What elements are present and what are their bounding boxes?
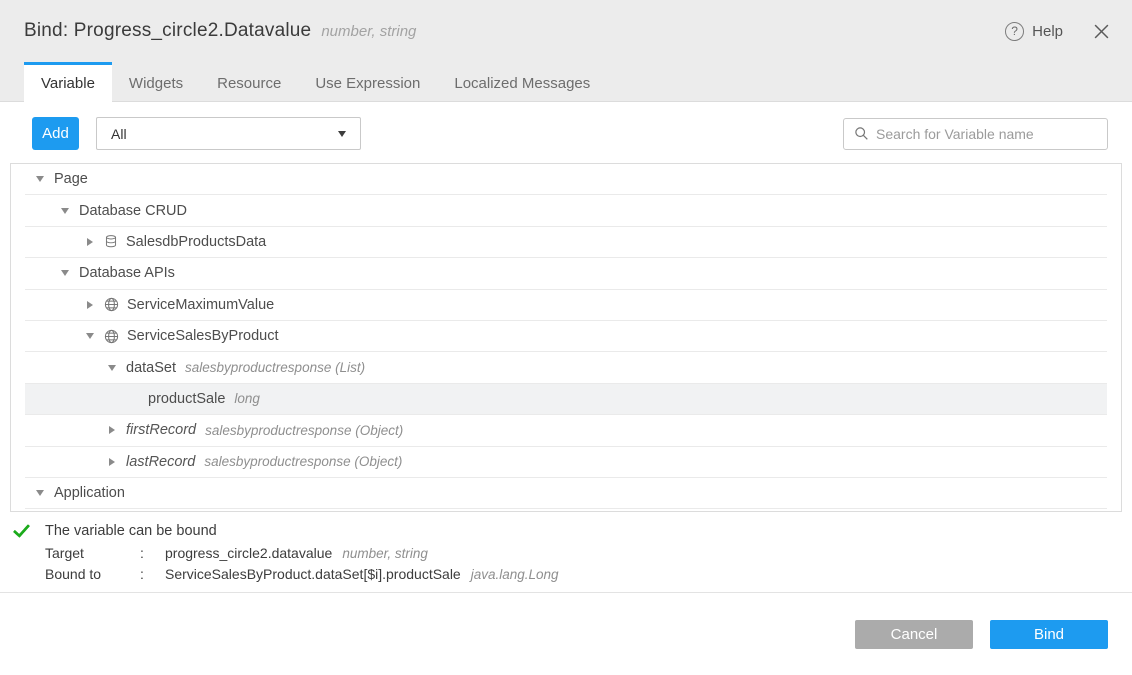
tree-row-dataset[interactable]: dataSet salesbyproductresponse (List) bbox=[25, 352, 1107, 383]
status-label: Bound to bbox=[45, 566, 140, 582]
expander-collapse-icon[interactable] bbox=[34, 176, 46, 182]
status-label: Target bbox=[45, 545, 140, 561]
status-value: progress_circle2.datavalue bbox=[165, 545, 332, 561]
tree-node-label: Database CRUD bbox=[79, 203, 187, 219]
expander-collapse-icon[interactable] bbox=[59, 208, 71, 214]
tree-node-label: lastRecord bbox=[126, 454, 195, 470]
search-icon bbox=[854, 126, 869, 141]
tree-row-database-apis[interactable]: Database APIs bbox=[25, 258, 1107, 289]
tree-node-type: salesbyproductresponse (List) bbox=[185, 360, 365, 375]
variables-toolbar: Add All bbox=[0, 102, 1132, 163]
help-button[interactable]: ? Help bbox=[1005, 22, 1063, 41]
cancel-button[interactable]: Cancel bbox=[855, 620, 973, 649]
tree-node-label: ServiceSalesByProduct bbox=[127, 328, 279, 344]
bind-status-panel: The variable can be bound Target : progr… bbox=[0, 512, 1132, 582]
tree-node-label: SalesdbProductsData bbox=[126, 234, 266, 250]
search-input[interactable] bbox=[876, 126, 1097, 142]
database-icon bbox=[104, 234, 118, 249]
search-box bbox=[843, 118, 1108, 150]
tab-localized-messages[interactable]: Localized Messages bbox=[437, 62, 607, 101]
tab-resource[interactable]: Resource bbox=[200, 62, 298, 101]
tab-label: Localized Messages bbox=[454, 75, 590, 92]
tree-node-type: long bbox=[234, 391, 260, 406]
tree-row-application[interactable]: Application bbox=[25, 478, 1107, 509]
filter-selected-value: All bbox=[111, 126, 127, 142]
tree-row-database-crud[interactable]: Database CRUD bbox=[25, 195, 1107, 226]
expander-expand-icon[interactable] bbox=[106, 458, 118, 466]
tree-node-type: salesbyproductresponse (Object) bbox=[205, 423, 403, 438]
tree-row-page[interactable]: Page bbox=[25, 164, 1107, 195]
tab-label: Widgets bbox=[129, 75, 183, 92]
bind-dialog: Bind: Progress_circle2.Datavalue number,… bbox=[0, 0, 1132, 675]
tree-node-label: dataSet bbox=[126, 360, 176, 376]
dialog-title-type: number, string bbox=[321, 23, 416, 40]
tree-row-salesdbproductsdata[interactable]: SalesdbProductsData bbox=[25, 227, 1107, 258]
tab-label: Resource bbox=[217, 75, 281, 92]
status-colon: : bbox=[140, 545, 165, 561]
header-actions: ? Help bbox=[1005, 22, 1110, 41]
help-icon: ? bbox=[1005, 22, 1024, 41]
dialog-footer: Cancel Bind bbox=[0, 593, 1132, 649]
status-target-row: Target : progress_circle2.datavalue numb… bbox=[45, 545, 1108, 561]
web-service-icon bbox=[104, 297, 119, 312]
tree-node-label: Database APIs bbox=[79, 265, 175, 281]
status-bound-to-row: Bound to : ServiceSalesByProduct.dataSet… bbox=[45, 566, 1108, 582]
status-value-type: number, string bbox=[342, 546, 428, 561]
tree-node-label: ServiceMaximumValue bbox=[127, 297, 274, 313]
tree-row-firstrecord[interactable]: firstRecord salesbyproductresponse (Obje… bbox=[25, 415, 1107, 446]
variable-filter-select[interactable]: All bbox=[96, 117, 361, 150]
tab-use-expression[interactable]: Use Expression bbox=[298, 62, 437, 101]
expander-collapse-icon[interactable] bbox=[34, 490, 46, 496]
tree-row-servicesalesbyproduct[interactable]: ServiceSalesByProduct bbox=[25, 321, 1107, 352]
add-variable-button[interactable]: Add bbox=[32, 117, 79, 150]
tree-node-type: salesbyproductresponse (Object) bbox=[204, 454, 402, 469]
variable-tree: Page Database CRUD SalesdbProductsData D… bbox=[10, 163, 1122, 512]
tree-node-label: firstRecord bbox=[126, 422, 196, 438]
expander-collapse-icon[interactable] bbox=[106, 365, 118, 371]
tree-node-label: Application bbox=[54, 485, 125, 501]
tab-variable[interactable]: Variable bbox=[24, 62, 112, 102]
expander-expand-icon[interactable] bbox=[84, 301, 96, 309]
bind-button[interactable]: Bind bbox=[990, 620, 1108, 649]
tree-row-productsale[interactable]: productSale long bbox=[25, 384, 1107, 415]
status-value-type: java.lang.Long bbox=[471, 567, 559, 582]
web-service-icon bbox=[104, 329, 119, 344]
status-value: ServiceSalesByProduct.dataSet[$i].produc… bbox=[165, 566, 461, 582]
tab-label: Use Expression bbox=[315, 75, 420, 92]
status-message: The variable can be bound bbox=[45, 523, 217, 539]
success-check-icon bbox=[14, 525, 45, 537]
dropdown-arrow-icon bbox=[338, 131, 346, 137]
expander-collapse-icon[interactable] bbox=[84, 333, 96, 339]
help-label: Help bbox=[1032, 23, 1063, 40]
tree-node-label: productSale bbox=[148, 391, 225, 407]
close-button[interactable] bbox=[1093, 23, 1110, 40]
tab-bar: Variable Widgets Resource Use Expression… bbox=[0, 62, 1132, 102]
status-colon: : bbox=[140, 566, 165, 582]
expander-expand-icon[interactable] bbox=[84, 238, 96, 246]
expander-expand-icon[interactable] bbox=[106, 426, 118, 434]
expander-collapse-icon[interactable] bbox=[59, 270, 71, 276]
tree-row-lastrecord[interactable]: lastRecord salesbyproductresponse (Objec… bbox=[25, 447, 1107, 478]
tree-row-servicemaximumvalue[interactable]: ServiceMaximumValue bbox=[25, 290, 1107, 321]
dialog-title: Bind: Progress_circle2.Datavalue bbox=[24, 20, 311, 42]
tree-node-label: Page bbox=[54, 171, 88, 187]
tab-label: Variable bbox=[41, 75, 95, 92]
close-icon bbox=[1093, 23, 1110, 40]
tab-widgets[interactable]: Widgets bbox=[112, 62, 200, 101]
dialog-header: Bind: Progress_circle2.Datavalue number,… bbox=[0, 0, 1132, 62]
